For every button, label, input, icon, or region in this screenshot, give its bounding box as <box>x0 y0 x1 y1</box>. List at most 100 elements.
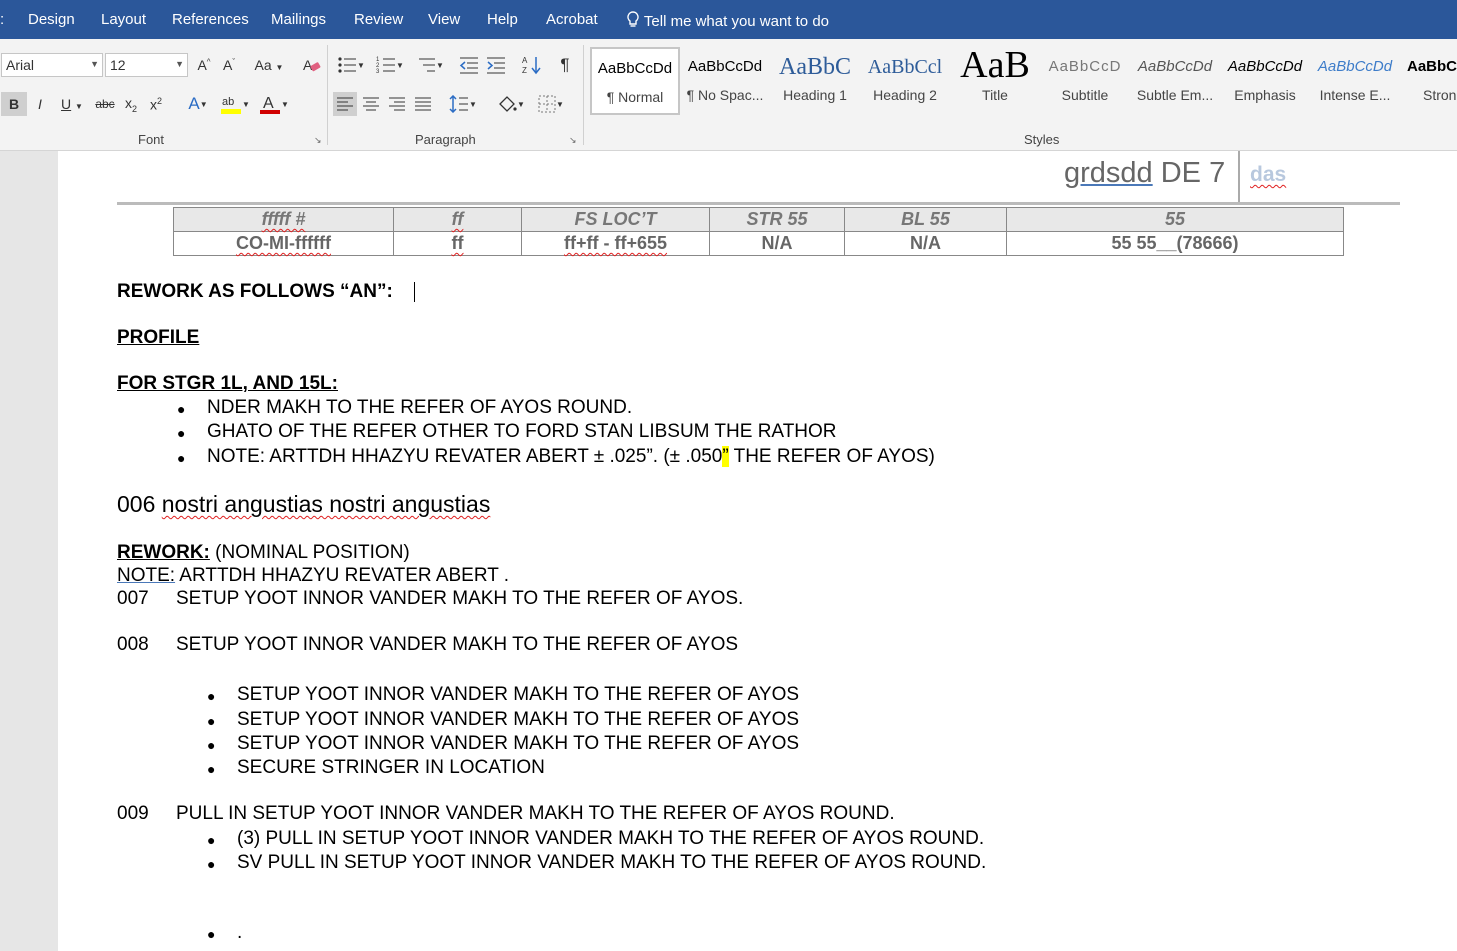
bullets-button[interactable]: ▼ <box>334 53 368 77</box>
ribbon: Arial ▼ 12 ▼ A^ Aˇ Aa ▼ A B I U ▼ abc x2… <box>0 39 1457 151</box>
tell-me-box[interactable]: Tell me what you want to do <box>626 11 829 30</box>
borders-button[interactable]: ▼ <box>534 92 568 116</box>
profile-heading: PROFILE <box>117 327 200 348</box>
chevron-down-icon[interactable]: ▼ <box>90 59 99 69</box>
document-page[interactable]: grdsdd DE 7 das fffff # ff FS LOC’T STR … <box>58 151 1457 951</box>
paragraph-dialog-launcher-icon[interactable]: ↘ <box>569 135 577 146</box>
tab-acrobat[interactable]: Acrobat <box>546 11 598 28</box>
tab-layout[interactable]: Layout <box>101 11 146 28</box>
style-preview: AaB <box>960 47 1030 86</box>
style-title[interactable]: AaB Title <box>952 47 1038 115</box>
numbered-list-icon: 123 <box>376 57 396 74</box>
bullet-list-icon <box>338 57 357 73</box>
text-cursor <box>414 282 415 302</box>
style-heading-1[interactable]: AaBbC Heading 1 <box>772 47 858 115</box>
table-header-cell: STR 55 <box>709 207 845 232</box>
tab-design[interactable]: Design <box>28 11 75 28</box>
style-intense-emphasis[interactable]: AaBbCcDd Intense E... <box>1312 47 1398 115</box>
clear-formatting-icon: A <box>303 57 321 73</box>
style-preview: AaBbCcDd <box>597 60 673 77</box>
shading-button[interactable]: ▼ <box>494 92 528 116</box>
multilevel-list-button[interactable]: ▼ <box>412 53 448 77</box>
strikethrough-icon: abc <box>95 97 115 111</box>
highlight-button[interactable]: ab ▼ <box>218 92 252 116</box>
note-list-item: NOTE: ARTTDH HHAZYU REVATER ABERT ± .025… <box>207 446 935 467</box>
lightbulb-icon <box>627 11 639 27</box>
list-item: GHATO OF THE REFER OTHER TO FORD STAN LI… <box>207 421 837 442</box>
strikethrough-button[interactable]: abc <box>93 92 117 116</box>
rework-heading: REWORK AS FOLLOWS “AN”: <box>117 281 393 302</box>
clear-formatting-button[interactable]: A <box>300 53 322 77</box>
tab-references[interactable]: References <box>172 11 249 28</box>
style-preview: AaBbCcl <box>867 56 943 78</box>
tab-review[interactable]: Review <box>354 11 403 28</box>
style-strong[interactable]: AaBbC Stron <box>1402 47 1457 115</box>
header-divider <box>1238 151 1240 203</box>
decrease-indent-button[interactable] <box>457 53 481 77</box>
underline-button[interactable]: U ▼ <box>55 92 89 116</box>
table-cell: CO-MI-ffffff <box>173 231 394 256</box>
decrease-indent-icon <box>459 57 478 74</box>
ribbon-divider <box>583 45 584 145</box>
grow-font-button[interactable]: A^ <box>194 53 214 77</box>
bold-button[interactable]: B <box>1 92 27 116</box>
show-formatting-button[interactable]: ¶ <box>554 53 576 77</box>
multilevel-list-icon <box>419 58 436 72</box>
table-header-cell: BL 55 <box>844 207 1007 232</box>
document-area: grdsdd DE 7 das fffff # ff FS LOC’T STR … <box>0 151 1457 951</box>
superscript-icon: x2 <box>149 95 162 113</box>
table-cell: ff <box>393 231 522 256</box>
table-header-cell: FS LOC’T <box>521 207 710 232</box>
increase-indent-button[interactable] <box>484 53 508 77</box>
bullet-icon: ● <box>207 856 216 872</box>
tell-me-text: Tell me what you want to do <box>643 13 830 30</box>
align-right-button[interactable] <box>386 92 408 116</box>
table-header-cell: 55 <box>1006 207 1344 232</box>
align-left-icon <box>337 97 353 111</box>
shrink-font-button[interactable]: Aˇ <box>219 53 239 77</box>
style-normal[interactable]: AaBbCcDd ¶ Normal <box>590 47 680 115</box>
align-left-button[interactable] <box>333 92 357 116</box>
font-size-combo[interactable]: 12 ▼ <box>105 53 188 77</box>
font-color-button[interactable]: A ▼ <box>257 92 291 116</box>
highlighter-icon: ab <box>221 96 242 114</box>
text-effects-button[interactable]: A ▼ <box>182 92 214 116</box>
tab-view[interactable]: View <box>428 11 460 28</box>
italic-icon: I <box>38 96 42 112</box>
step-007-number: 007 <box>117 588 149 609</box>
tab-help[interactable]: Help <box>487 11 518 28</box>
style-no-spacing[interactable]: AaBbCcDd ¶ No Spac... <box>682 47 768 115</box>
style-subtitle[interactable]: AaBbCcD Subtitle <box>1042 47 1128 115</box>
font-dialog-launcher-icon[interactable]: ↘ <box>314 135 322 146</box>
style-emphasis[interactable]: AaBbCcDd Emphasis <box>1222 47 1308 115</box>
list-item: SETUP YOOT INNOR VANDER MAKH TO THE REFE… <box>237 684 800 705</box>
paint-bucket-icon <box>499 96 517 112</box>
svg-text:A: A <box>263 95 274 112</box>
chevron-down-icon[interactable]: ▼ <box>175 59 184 69</box>
numbering-button[interactable]: 1 2 3 ▼ <box>372 53 408 77</box>
font-name-combo[interactable]: Arial ▼ <box>1 53 103 77</box>
change-case-button[interactable]: Aa ▼ <box>252 53 286 77</box>
align-center-button[interactable] <box>360 92 382 116</box>
tab-mailings[interactable]: Mailings <box>271 11 326 28</box>
table-row: CO-MI-ffffff ff ff+ff - ff+655 N/A N/A 5… <box>173 231 1344 256</box>
list-item: SETUP YOOT INNOR VANDER MAKH TO THE REFE… <box>237 733 800 754</box>
increase-indent-icon <box>487 57 505 74</box>
step-009-text: PULL IN SETUP YOOT INNOR VANDER MAKH TO … <box>176 803 895 824</box>
style-preview: AaBbCcDd <box>1227 58 1303 75</box>
superscript-button[interactable]: x2 <box>146 92 166 116</box>
sort-button[interactable]: AZ <box>520 53 544 77</box>
subscript-button[interactable]: x2 <box>121 92 141 116</box>
bold-icon: B <box>8 96 20 112</box>
style-heading-2[interactable]: AaBbCcl Heading 2 <box>862 47 948 115</box>
italic-button[interactable]: I <box>31 92 49 116</box>
line-spacing-button[interactable]: ▼ <box>445 92 481 116</box>
style-subtle-emphasis[interactable]: AaBbCcDd Subtle Em... <box>1132 47 1218 115</box>
step-008-text: SETUP YOOT INNOR VANDER MAKH TO THE REFE… <box>176 634 739 655</box>
menu-bar: : Design Layout References Mailings Revi… <box>0 0 1457 39</box>
list-item: SECURE STRINGER IN LOCATION <box>237 757 545 778</box>
list-item: SETUP YOOT INNOR VANDER MAKH TO THE REFE… <box>237 709 800 730</box>
justify-button[interactable] <box>412 92 434 116</box>
underline-icon: U ▼ <box>61 96 83 112</box>
bullet-icon: ● <box>177 425 186 441</box>
